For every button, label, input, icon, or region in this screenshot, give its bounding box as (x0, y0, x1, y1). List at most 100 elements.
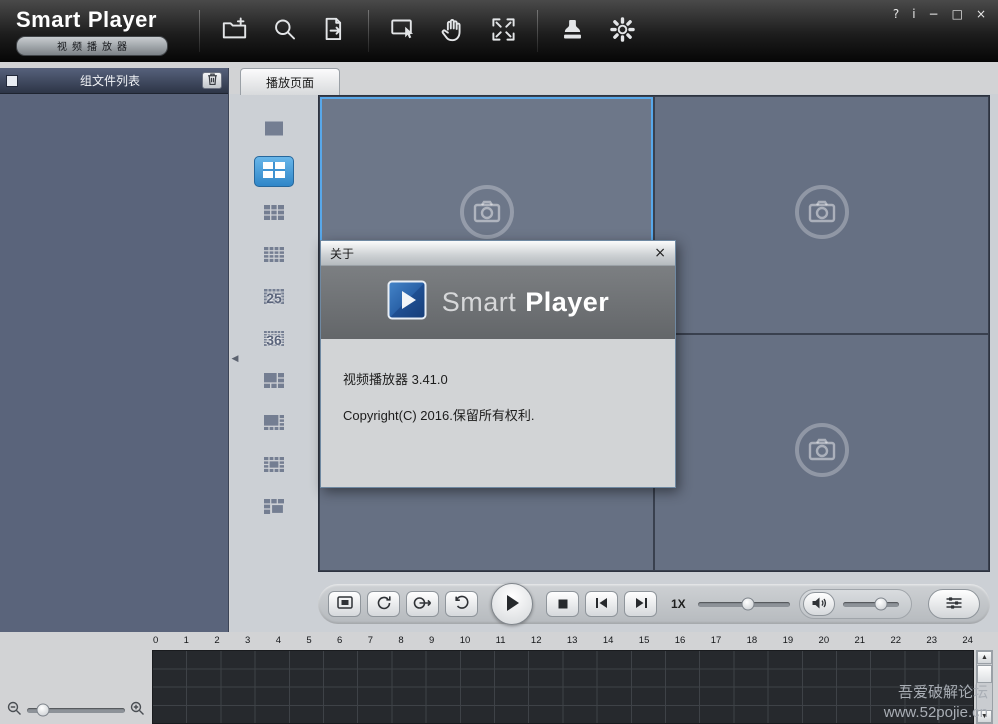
stamp-button[interactable] (547, 7, 597, 55)
ruler-tick: 20 (819, 635, 830, 649)
ruler-tick: 12 (531, 635, 542, 649)
close-button[interactable]: × (976, 8, 986, 20)
export-document-icon (321, 16, 348, 46)
settings-button[interactable] (597, 7, 647, 55)
ruler-tick: 2 (214, 635, 219, 649)
search-icon (271, 16, 298, 46)
playbar-settings-button[interactable] (928, 589, 980, 619)
file-list-body[interactable] (0, 94, 228, 631)
ruler-tick: 17 (711, 635, 722, 649)
ruler-tick: 10 (460, 635, 471, 649)
next-frame-button[interactable] (624, 591, 657, 617)
layout-6-split-button[interactable] (254, 366, 294, 397)
rotate-left-icon (454, 595, 470, 614)
play-icon (504, 594, 520, 615)
dialog-titlebar[interactable]: 关于 × (321, 241, 675, 266)
equalizer-icon (945, 596, 963, 613)
layout-9-button[interactable] (254, 198, 294, 229)
layout-4-icon (262, 161, 286, 182)
group-file-list-panel: 组文件列表 (0, 68, 229, 632)
brand-text: SmartPlayer (442, 287, 610, 318)
speed-slider[interactable] (698, 602, 790, 607)
volume-button[interactable] (803, 592, 835, 616)
ruler-tick: 3 (245, 635, 250, 649)
dialog-brand-band: SmartPlayer (321, 266, 675, 339)
zoom-out-button[interactable] (7, 701, 22, 719)
sync-play-button[interactable] (367, 591, 400, 617)
copyright-text: Copyright(C) 2016.保留所有权利. (343, 405, 653, 424)
scroll-down-button[interactable]: ▼ (977, 710, 992, 723)
ruler-tick: 11 (496, 635, 506, 649)
ruler-tick: 24 (962, 635, 973, 649)
ruler-tick: 19 (783, 635, 794, 649)
volume-slider-thumb[interactable] (875, 598, 888, 611)
panel-collapse-handle[interactable]: ◀ (230, 340, 240, 376)
speed-label: 1X (671, 597, 686, 611)
layout-16-button[interactable] (254, 240, 294, 271)
ruler-tick: 7 (368, 635, 373, 649)
ruler-tick: 9 (429, 635, 434, 649)
prev-frame-button[interactable] (585, 591, 618, 617)
export-button[interactable] (309, 7, 359, 55)
playback-control-bar: 1X (318, 584, 990, 624)
ruler-tick: 22 (890, 635, 901, 649)
fullscreen-icon (490, 16, 517, 46)
brand-logo-icon (387, 280, 427, 325)
scroll-up-button[interactable]: ▲ (977, 651, 992, 664)
delete-button[interactable] (202, 72, 222, 89)
zoom-in-icon (130, 701, 145, 719)
next-frame-icon (634, 597, 648, 612)
select-all-checkbox[interactable] (6, 75, 18, 87)
play-button[interactable] (491, 583, 533, 625)
timeline-scrollbar[interactable]: ▲ ▼ (976, 650, 993, 724)
layout-36-button[interactable]: 36 (254, 324, 294, 355)
zoom-in-button[interactable] (130, 701, 145, 719)
open-file-button[interactable] (209, 7, 259, 55)
dialog-close-button[interactable]: × (654, 246, 666, 260)
layout-center-split-icon (263, 456, 285, 476)
layout-25-icon (263, 288, 285, 308)
layout-16-icon (263, 246, 285, 266)
replay-button[interactable] (445, 591, 478, 617)
camera-placeholder-icon (458, 183, 516, 246)
layout-4-button[interactable] (254, 156, 294, 187)
single-screen-button[interactable] (328, 591, 361, 617)
folder-plus-icon (221, 16, 248, 46)
maximize-button[interactable]: □ (952, 8, 963, 20)
layout-25-button[interactable]: 25 (254, 282, 294, 313)
ruler-tick: 15 (639, 635, 650, 649)
toolbar-separator (368, 10, 369, 52)
layout-corner-split-button[interactable] (254, 492, 294, 523)
snapshot-button[interactable] (378, 7, 428, 55)
volume-group (799, 589, 912, 619)
gear-icon (609, 16, 636, 46)
info-button[interactable]: i (912, 8, 915, 20)
speaker-icon (811, 596, 828, 613)
ruler-tick: 1 (184, 635, 189, 649)
camera-placeholder-icon (793, 183, 851, 246)
stop-button[interactable] (546, 591, 579, 617)
volume-slider[interactable] (843, 602, 899, 607)
zoom-slider-thumb[interactable] (36, 704, 49, 717)
help-button[interactable]: ? (893, 8, 899, 20)
minimize-button[interactable]: − (929, 8, 939, 20)
timeline-grid[interactable] (152, 650, 974, 724)
layout-center-split-button[interactable] (254, 450, 294, 481)
search-button[interactable] (259, 7, 309, 55)
zoom-slider[interactable] (27, 708, 125, 713)
tab-play-page[interactable]: 播放页面 (240, 68, 340, 95)
dialog-body: 视频播放器 3.41.0 Copyright(C) 2016.保留所有权利. (321, 339, 675, 424)
video-pane-2[interactable] (655, 97, 988, 333)
layout-8-split-button[interactable] (254, 408, 294, 439)
speed-slider-thumb[interactable] (742, 598, 755, 611)
version-text: 视频播放器 3.41.0 (343, 369, 653, 388)
fullscreen-button[interactable] (478, 7, 528, 55)
layout-9-icon (263, 204, 285, 224)
loop-play-button[interactable] (406, 591, 439, 617)
scrollbar-thumb[interactable] (977, 665, 992, 683)
timeline-ruler[interactable]: 0 1 2 3 4 5 6 7 8 9 10 11 12 13 14 15 16… (152, 635, 974, 649)
layout-1-button[interactable] (254, 114, 294, 145)
video-pane-4[interactable] (655, 335, 988, 571)
layout-36-icon (263, 330, 285, 350)
hand-button[interactable] (428, 7, 478, 55)
